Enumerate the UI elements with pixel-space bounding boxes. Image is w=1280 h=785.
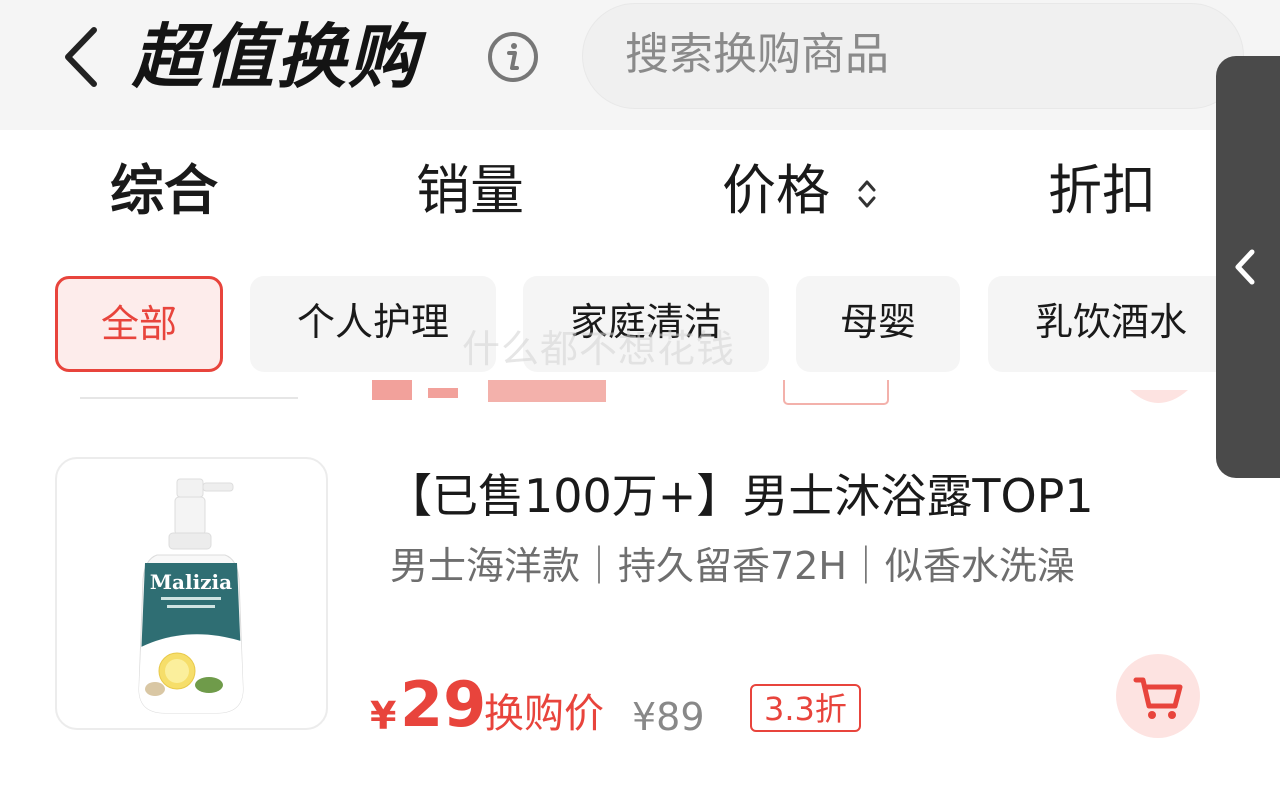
tab-price[interactable]: 价格	[722, 160, 879, 225]
search-input[interactable]: 搜索换购商品	[582, 3, 1244, 109]
exchange-price: 29	[400, 668, 487, 741]
page-title: 超值换购	[132, 16, 420, 98]
chevron-left-icon	[65, 27, 97, 87]
tab-label: 销量	[416, 159, 524, 222]
side-panel-tab[interactable]	[1216, 56, 1280, 478]
chip-all[interactable]: 全部	[55, 276, 223, 372]
add-to-cart-button[interactable]	[1116, 654, 1200, 738]
cart-icon	[1133, 677, 1183, 719]
product-title[interactable]: 【已售100万+】男士沐浴露TOP1	[386, 468, 1094, 524]
top-header: 超值换购 搜索换购商品	[0, 0, 1280, 130]
tab-label: 折扣	[1048, 159, 1156, 222]
original-price: ¥89	[632, 695, 705, 739]
chip-mother-baby[interactable]: 母婴	[796, 276, 960, 372]
product-image[interactable]: Malizia	[55, 457, 328, 730]
search-placeholder: 搜索换购商品	[625, 29, 889, 80]
tab-label: 价格	[722, 159, 830, 222]
chip-personal-care[interactable]: 个人护理	[250, 276, 496, 372]
tab-label: 综合	[110, 159, 218, 222]
sort-arrows-icon	[855, 163, 879, 225]
product-subtitle: 男士海洋款｜持久留香72H｜似香水洗澡	[390, 544, 1075, 588]
chevron-left-icon	[1235, 249, 1255, 285]
chip-drinks[interactable]: 乳饮酒水	[988, 276, 1234, 372]
product-card[interactable]: Malizia 【已售100万+】男士沐浴露TOP1 男士海洋款｜持久留香72H…	[0, 440, 1280, 760]
tab-sales[interactable]: 销量	[416, 160, 524, 222]
info-icon[interactable]	[486, 30, 540, 84]
discount-badge: 3.3折	[750, 684, 861, 732]
tab-discount[interactable]: 折扣	[1048, 160, 1156, 222]
back-button[interactable]	[58, 22, 108, 92]
exchange-price-label: 换购价	[484, 691, 604, 737]
tab-comprehensive[interactable]: 综合	[110, 160, 218, 222]
sort-bar: 综合 销量 价格 折扣	[0, 130, 1280, 245]
previous-item-peek	[0, 380, 1280, 410]
watermark: 什么都不想花钱	[462, 327, 736, 371]
price-currency: ¥	[370, 694, 397, 738]
brand-label: Malizia	[150, 570, 232, 594]
